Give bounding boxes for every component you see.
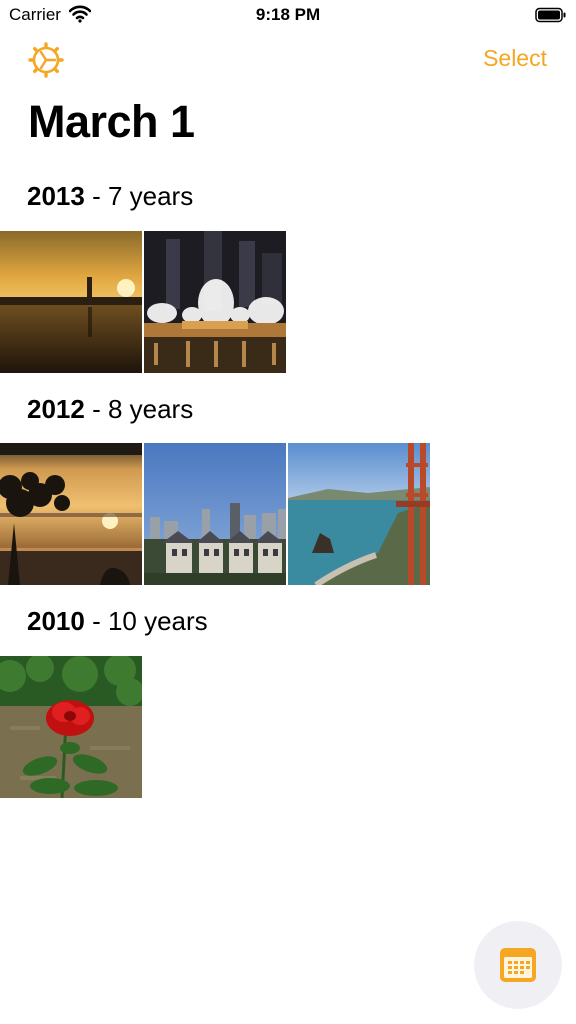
calendar-icon <box>500 948 536 982</box>
select-button[interactable]: Select <box>483 45 547 72</box>
photo-thumbnail[interactable] <box>0 656 142 798</box>
section-header-2010: 2010 - 10 years <box>27 606 208 637</box>
photo-thumbnail[interactable] <box>288 443 430 585</box>
photo-thumbnail[interactable] <box>0 443 142 585</box>
gear-icon <box>28 42 64 78</box>
page-title: March 1 <box>28 96 195 147</box>
section-years-ago: - 10 years <box>84 606 208 636</box>
section-years-ago: - 8 years <box>84 394 194 424</box>
section-year: 2010 <box>27 606 85 636</box>
photo-thumbnail[interactable] <box>0 231 142 373</box>
battery-icon <box>535 7 567 28</box>
section-header-2012: 2012 - 8 years <box>27 394 193 425</box>
photo-thumbnail[interactable] <box>144 231 286 373</box>
photo-thumbnail[interactable] <box>144 443 286 585</box>
status-time: 9:18 PM <box>255 5 321 24</box>
section-years-ago: - 7 years <box>84 181 194 211</box>
settings-button[interactable] <box>27 41 65 79</box>
section-header-2013: 2013 - 7 years <box>27 181 193 212</box>
section-year: 2012 <box>27 394 85 424</box>
calendar-button[interactable] <box>474 921 562 1009</box>
status-bar: Carrier 9:18 PM <box>0 0 576 32</box>
section-year: 2013 <box>27 181 85 211</box>
